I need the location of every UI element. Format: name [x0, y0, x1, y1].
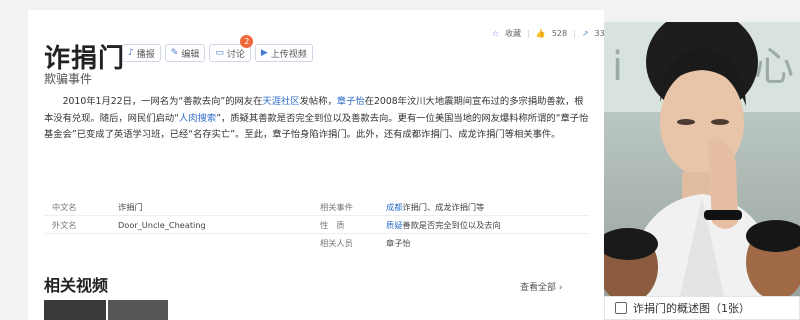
- info-value: 质疑善款是否完全到位以及去向: [386, 219, 501, 230]
- info-key: 中文名: [52, 201, 77, 212]
- star-icon[interactable]: ☆: [492, 29, 499, 38]
- svg-text:心: 心: [754, 44, 794, 90]
- info-link[interactable]: 质疑: [386, 220, 402, 230]
- comment-icon: ▭: [215, 48, 224, 58]
- video-thumbnails: [44, 300, 168, 320]
- info-key: 性 质: [320, 219, 345, 230]
- info-value: 章子怡: [386, 238, 411, 248]
- discuss-button[interactable]: ▭ 讨论 2: [209, 35, 254, 62]
- stats-bar: ☆ 收藏 | 👍 528 | ↗ 33: [492, 28, 605, 39]
- photo-illustration: i 心: [604, 22, 800, 296]
- link-zhang-ziyi[interactable]: 章子怡: [337, 96, 365, 107]
- info-value: 成都诈捐门、成龙诈捐门等: [386, 201, 485, 212]
- like-count: 528: [551, 29, 568, 38]
- photo-caption[interactable]: 诈捐门的概述图（1张）: [604, 296, 800, 320]
- edit-button[interactable]: ✎ 编辑: [164, 44, 206, 62]
- table-row: 相关人员 章子怡: [44, 234, 589, 252]
- share-icon[interactable]: ↗: [582, 29, 589, 38]
- broadcast-button[interactable]: ♪ 播报: [122, 44, 161, 62]
- info-value: Door_Uncle_Cheating: [118, 219, 206, 230]
- svg-text:i: i: [612, 44, 623, 90]
- related-videos-title: 相关视频: [44, 276, 109, 295]
- edit-icon: ✎: [170, 48, 179, 58]
- info-key: 外文名: [52, 219, 77, 230]
- info-value: 诈捐门: [118, 201, 143, 212]
- thumbs-up-icon[interactable]: 👍: [536, 29, 546, 38]
- discussion-count-badge: 2: [240, 35, 254, 48]
- info-key: 相关事件: [320, 201, 353, 212]
- view-all-link[interactable]: 查看全部 ›: [520, 280, 563, 293]
- favorite-button[interactable]: 收藏: [505, 28, 521, 39]
- video-thumbnail[interactable]: [108, 300, 168, 320]
- action-bar: ♪ 播报 ✎ 编辑 ▭ 讨论 2 ▶ 上传视频: [122, 35, 313, 62]
- summary-paragraph: 2010年1月22日，一网名为“善款去向”的网友在天涯社区发帖称，章子怡在200…: [44, 96, 589, 140]
- basic-info-table: 中文名 诈捐门 相关事件 成都诈捐门、成龙诈捐门等 外文名 Door_Uncle…: [44, 198, 589, 252]
- table-row: 外文名 Door_Uncle_Cheating 性 质 质疑善款是否完全到位以及…: [44, 216, 589, 234]
- microphone-icon: ♪: [128, 48, 134, 58]
- gallery-icon: [615, 302, 627, 314]
- link-tianya[interactable]: 天涯社区: [262, 96, 299, 107]
- info-link[interactable]: 成都: [386, 202, 402, 212]
- video-icon: ▶: [260, 48, 268, 58]
- page-subtitle: 欺骗事件: [44, 72, 93, 86]
- table-row: 中文名 诈捐门 相关事件 成都诈捐门、成龙诈捐门等: [44, 198, 589, 216]
- summary-photo[interactable]: i 心: [604, 22, 800, 296]
- chevron-right-icon: ›: [558, 283, 563, 293]
- video-thumbnail[interactable]: [44, 300, 106, 320]
- upload-video-button[interactable]: ▶ 上传视频: [254, 44, 313, 62]
- divider: |: [527, 29, 530, 38]
- link-human-flesh-search[interactable]: 人肉搜索: [179, 113, 216, 124]
- info-key: 相关人员: [320, 238, 353, 248]
- divider: |: [573, 29, 576, 38]
